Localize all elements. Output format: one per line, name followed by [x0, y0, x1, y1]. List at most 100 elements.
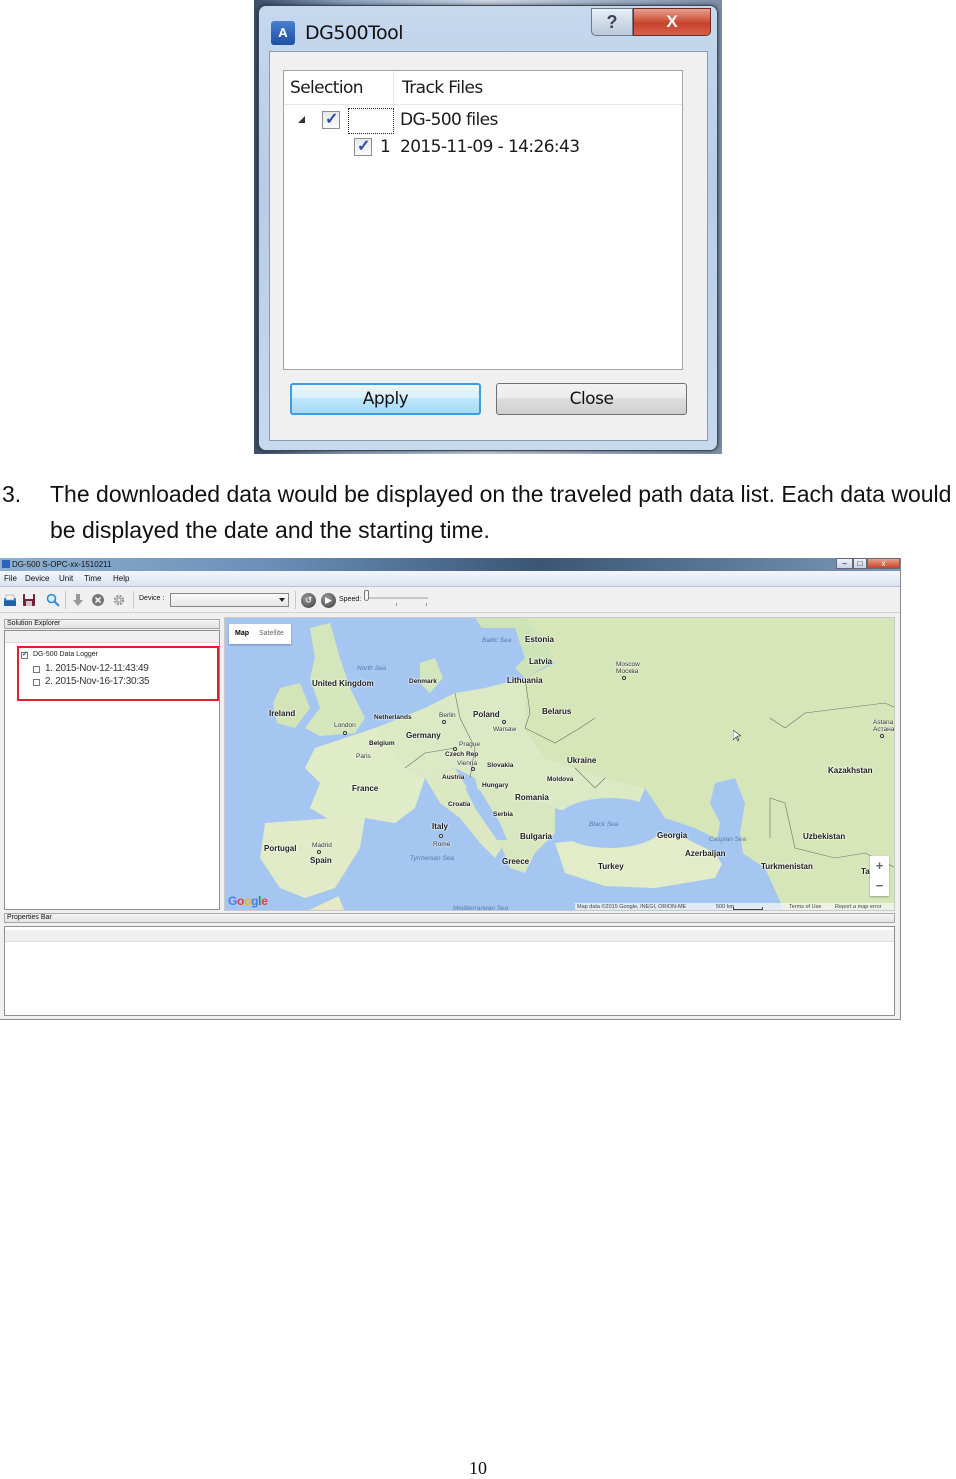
- toolbar-separator: [65, 591, 66, 609]
- google-logo: Google: [228, 894, 268, 908]
- city-label: Madrid: [312, 842, 332, 849]
- tree-header: Selection Track Files: [284, 71, 682, 105]
- slider-tick: [426, 603, 427, 606]
- speed-slider-thumb[interactable]: [364, 590, 369, 601]
- track-checkbox-2[interactable]: [33, 679, 40, 686]
- country-label: Lithuania: [507, 676, 543, 685]
- sea-label: Black Sea: [589, 821, 619, 828]
- toolbar-separator: [133, 591, 134, 609]
- country-label: Belarus: [542, 707, 572, 716]
- country-label: Spain: [310, 856, 332, 865]
- city-dot: [343, 731, 347, 735]
- open-icon[interactable]: [3, 593, 17, 607]
- country-label: Denmark: [409, 678, 437, 685]
- map-type-satellite[interactable]: Satellite: [259, 630, 284, 637]
- track-item-1[interactable]: 1. 2015-Nov-12-11:43:49: [45, 663, 149, 674]
- app-logo-icon: A: [271, 21, 295, 45]
- properties-bar-header: Properties Bar: [4, 913, 895, 923]
- toolbar: Device : ↺ ▶ Speed:: [0, 587, 900, 613]
- apply-button[interactable]: Apply: [290, 383, 481, 415]
- menu-help[interactable]: Help: [113, 574, 129, 583]
- device-label: Device :: [139, 595, 165, 602]
- track-item-2[interactable]: 2. 2015-Nov-16-17:30:35: [45, 676, 150, 687]
- country-label: Hungary: [482, 782, 509, 789]
- delete-icon[interactable]: [91, 593, 105, 607]
- step-text: The downloaded data would be displayed o…: [50, 481, 952, 543]
- mouse-cursor-icon: [733, 730, 741, 742]
- column-header-track-files[interactable]: Track Files: [394, 71, 483, 104]
- replay-button[interactable]: ↺: [301, 593, 316, 608]
- speed-label: Speed:: [339, 596, 362, 603]
- speed-slider[interactable]: [364, 597, 428, 599]
- help-button[interactable]: ?: [591, 8, 633, 36]
- settings-icon[interactable]: [112, 593, 126, 607]
- save-icon[interactable]: [22, 593, 36, 607]
- logger-root-label[interactable]: DG-500 Data Logger: [33, 651, 98, 658]
- country-label: Portugal: [264, 844, 297, 853]
- report-error-link[interactable]: Report a map error: [835, 903, 881, 910]
- track-item-label[interactable]: 2015-11-09 - 14:26:43: [400, 137, 580, 157]
- country-label: United Kingdom: [312, 679, 374, 688]
- city-dot: [442, 720, 446, 724]
- zoom-out-button[interactable]: −: [870, 876, 889, 896]
- track-index: 1: [380, 137, 391, 157]
- city-dot: [880, 734, 884, 738]
- map-scale-label: 500 km: [716, 904, 735, 910]
- country-label: Croatia: [448, 801, 471, 808]
- solution-explorer-panel: DG-500 Data Logger 1. 2015-Nov-12-11:43:…: [4, 630, 220, 910]
- country-label: Estonia: [525, 635, 554, 644]
- track-checkbox-1[interactable]: [33, 666, 40, 673]
- menu-device[interactable]: Device: [25, 574, 49, 583]
- city-label: Astana: [873, 719, 894, 726]
- country-label: Germany: [406, 731, 441, 740]
- step-number: 3.: [2, 481, 22, 507]
- close-window-button[interactable]: X: [633, 8, 711, 36]
- terms-of-use-link[interactable]: Terms of Use: [789, 903, 821, 910]
- map-type-map[interactable]: Map: [235, 630, 249, 637]
- download-icon[interactable]: [71, 593, 85, 607]
- focus-rectangle: [348, 108, 394, 134]
- city-label: Астана: [873, 726, 895, 733]
- column-header-selection[interactable]: Selection: [284, 71, 394, 104]
- collapse-triangle-icon[interactable]: [298, 116, 305, 123]
- map-attribution-bar: Map data ©2015 Google, INEGI, ORION-ME 5…: [575, 903, 894, 910]
- country-label: Ukraine: [567, 756, 597, 765]
- country-label: Austria: [442, 774, 465, 781]
- city-dot: [471, 767, 475, 771]
- menu-unit[interactable]: Unit: [59, 574, 73, 583]
- map-type-control: Map Satellite: [229, 624, 291, 644]
- track-checkbox[interactable]: [354, 136, 372, 156]
- logger-checkbox[interactable]: [21, 650, 28, 659]
- sea-label: Mediterranean Sea: [453, 905, 509, 911]
- menu-file[interactable]: File: [4, 574, 17, 583]
- root-checkbox[interactable]: [322, 109, 340, 129]
- minimize-button[interactable]: –: [836, 558, 853, 569]
- track-files-tree: Selection Track Files DG-500 files 1 201…: [283, 70, 683, 370]
- menu-time[interactable]: Time: [84, 574, 101, 583]
- explorer-column-header: [5, 631, 219, 643]
- country-label: Netherlands: [374, 714, 412, 721]
- page-number: 10: [469, 1458, 487, 1478]
- sea-label: Caspian Sea: [709, 836, 747, 843]
- city-dot: [439, 834, 443, 838]
- play-button[interactable]: ▶: [321, 593, 336, 608]
- map-attribution: Map data ©2015 Google, INEGI, ORION-ME: [577, 904, 687, 910]
- zoom-in-button[interactable]: +: [870, 856, 889, 876]
- tree-root-label[interactable]: DG-500 files: [400, 110, 498, 130]
- maximize-button[interactable]: □: [853, 558, 867, 569]
- map-scale-bar: [733, 907, 763, 910]
- properties-column-header: [5, 930, 894, 942]
- city-label: London: [334, 722, 356, 729]
- map-view[interactable]: Map Satellite Baltic Sea North Sea Black…: [224, 617, 895, 911]
- close-button[interactable]: Close: [496, 383, 687, 415]
- city-dot: [622, 676, 626, 680]
- device-dropdown[interactable]: [170, 593, 289, 607]
- dialog-title: DG500Tool: [305, 22, 404, 44]
- search-icon[interactable]: [46, 593, 60, 607]
- app-close-button[interactable]: x: [867, 558, 900, 569]
- city-label: Москва: [616, 668, 639, 675]
- play-icon: ▶: [325, 595, 332, 605]
- country-label: Moldova: [547, 776, 574, 783]
- chevron-down-icon: [279, 598, 285, 602]
- slider-tick: [396, 603, 397, 606]
